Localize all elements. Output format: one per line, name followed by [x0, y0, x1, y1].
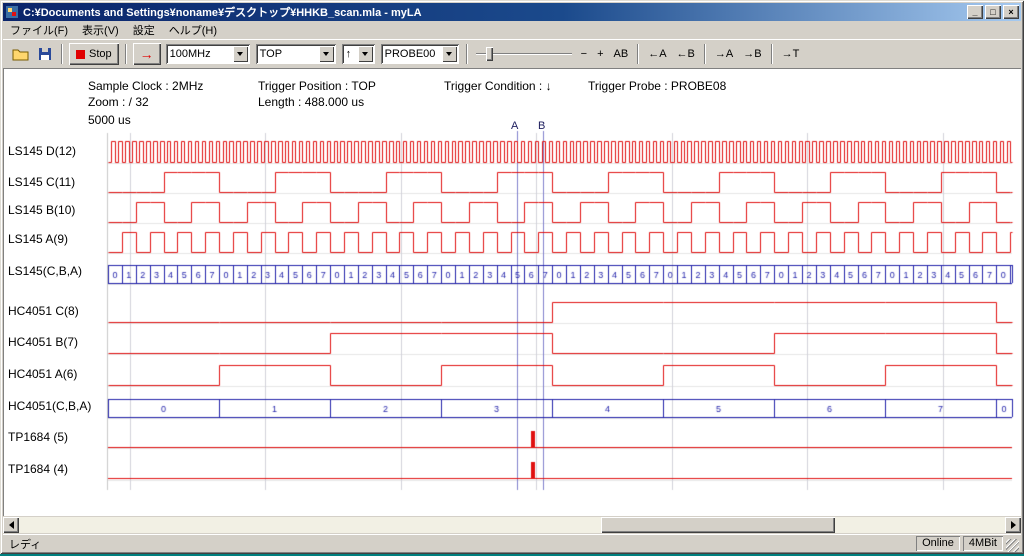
channel-label: TP1684 (4) [8, 462, 68, 476]
menu-help[interactable]: ヘルプ(H) [162, 20, 224, 40]
trigger-position-value: TOP [256, 48, 319, 60]
toolbar: Stop → 100MHz TOP ↑ PROBE00 [3, 39, 1021, 68]
stop-button[interactable]: Stop [69, 43, 119, 65]
scroll-right-arrow-icon[interactable] [1005, 517, 1021, 533]
channel-label: HC4051(C,B,A) [8, 399, 91, 413]
channel-label: HC4051 C(8) [8, 304, 79, 318]
chevron-down-icon[interactable] [319, 46, 334, 62]
zoom-slider[interactable] [476, 44, 572, 64]
scroll-left-arrow-icon[interactable] [3, 517, 19, 533]
goto-marker-b-left-button[interactable]: ←B [672, 46, 700, 62]
toolbar-separator [637, 44, 639, 64]
sample-clock-text: Sample Clock : 2MHz [88, 79, 203, 93]
marker-a-label[interactable]: A [511, 120, 518, 132]
sample-rate-select[interactable]: 100MHz [166, 44, 250, 64]
menu-file[interactable]: ファイル(F) [3, 20, 75, 40]
chevron-down-icon[interactable] [358, 46, 373, 62]
zoom-text: Zoom : / 32 [88, 95, 149, 109]
goto-marker-a-right-button[interactable]: →A [710, 46, 738, 62]
app-window: C:¥Documents and Settings¥noname¥デスクトップ¥… [0, 0, 1024, 554]
menu-settings[interactable]: 設定 [126, 20, 162, 40]
trigger-condition-text: Trigger Condition : ↓ [444, 79, 552, 93]
maximize-button[interactable]: □ [985, 5, 1001, 19]
channel-label: LS145 C(11) [8, 175, 75, 189]
zoom-in-button[interactable]: + [592, 46, 608, 62]
status-memory-badge: 4MBit [963, 536, 1003, 551]
toolbar-separator [61, 44, 63, 64]
channel-label: LS145 D(12) [8, 144, 76, 158]
ab-range-button[interactable]: AB [609, 46, 634, 62]
run-arrow-icon: → [140, 47, 154, 61]
stop-icon [76, 50, 85, 59]
toolbar-separator [466, 44, 468, 64]
goto-marker-a-left-button[interactable]: ←A [643, 46, 671, 62]
toolbar-separator [704, 44, 706, 64]
length-text: Length : 488.000 us [258, 95, 364, 109]
resize-grip[interactable] [1006, 539, 1019, 552]
status-online-badge: Online [916, 536, 960, 551]
channel-label: LS145(C,B,A) [8, 264, 82, 278]
channel-label: LS145 B(10) [8, 203, 75, 217]
menubar: ファイル(F) 表示(V) 設定 ヘルプ(H) [3, 21, 1021, 39]
time-scale-label: 5000 us [88, 113, 131, 127]
stop-label: Stop [89, 48, 112, 60]
channel-label: HC4051 B(7) [8, 335, 78, 349]
toolbar-separator [125, 44, 127, 64]
close-button[interactable]: × [1003, 5, 1019, 19]
scroll-thumb[interactable] [601, 517, 835, 533]
goto-trigger-button[interactable]: →T [777, 46, 805, 62]
window-title: C:¥Documents and Settings¥noname¥デスクトップ¥… [23, 4, 965, 20]
trigger-edge-value: ↑ [342, 48, 358, 60]
channel-label: HC4051 A(6) [8, 367, 77, 381]
chevron-down-icon[interactable] [233, 46, 248, 62]
zoom-out-button[interactable]: − [576, 46, 592, 62]
trigger-edge-select[interactable]: ↑ [342, 44, 375, 64]
open-folder-icon [12, 47, 30, 61]
marker-b-label[interactable]: B [538, 120, 545, 132]
trigger-probe-value: PROBE00 [381, 48, 442, 60]
sample-rate-value: 100MHz [166, 48, 233, 60]
statusbar: レディ Online 4MBit [3, 534, 1021, 552]
titlebar: C:¥Documents and Settings¥noname¥デスクトップ¥… [3, 3, 1021, 21]
minimize-button[interactable]: _ [967, 5, 983, 19]
trigger-position-text: Trigger Position : TOP [258, 79, 376, 93]
toolbar-separator [771, 44, 773, 64]
chevron-down-icon[interactable] [442, 46, 457, 62]
floppy-disk-icon [38, 47, 52, 61]
horizontal-scrollbar[interactable] [3, 517, 1021, 533]
run-button[interactable]: → [133, 43, 161, 65]
channel-label: TP1684 (5) [8, 430, 68, 444]
trigger-probe-select[interactable]: PROBE00 [381, 44, 459, 64]
open-button[interactable] [9, 43, 33, 65]
trigger-position-select[interactable]: TOP [256, 44, 336, 64]
save-button[interactable] [33, 43, 57, 65]
menu-view[interactable]: 表示(V) [75, 20, 126, 40]
goto-marker-b-right-button[interactable]: →B [738, 46, 766, 62]
channel-label: LS145 A(9) [8, 232, 68, 246]
desktop: C:¥Documents and Settings¥noname¥デスクトップ¥… [0, 0, 1024, 556]
trigger-probe-text: Trigger Probe : PROBE08 [588, 79, 726, 93]
app-icon [5, 5, 19, 19]
scroll-track[interactable] [19, 517, 1005, 533]
zoom-slider-thumb[interactable] [486, 47, 493, 61]
status-ready-text: レディ [3, 536, 916, 552]
